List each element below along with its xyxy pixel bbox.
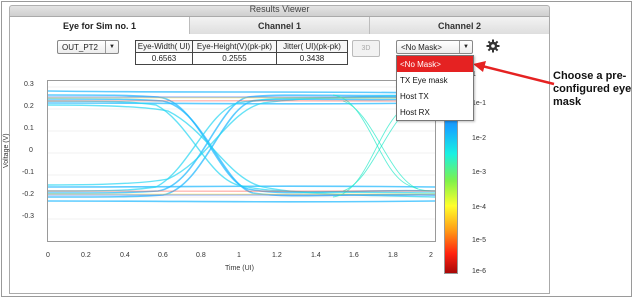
eye-diagram-plot	[47, 80, 436, 242]
chevron-down-icon: ▼	[105, 41, 118, 53]
y-tick: 0	[29, 147, 33, 154]
x-tick: 1.2	[272, 252, 282, 259]
mask-option-host-tx[interactable]: Host TX	[397, 88, 473, 104]
callout-arrow-icon	[473, 61, 555, 86]
table-cell: 0.2555	[192, 52, 277, 65]
y-tick: -0.1	[22, 169, 35, 176]
table-cell: 0.3438	[276, 52, 348, 65]
measurement-table: Eye-Width( UI) Eye-Height(V)(pk-pk) Jitt…	[135, 40, 348, 65]
mask-dropdown-menu: <No Mask> TX Eye mask Host TX Host RX	[396, 55, 474, 121]
y-tick: -0.3	[22, 213, 35, 220]
x-tick: 0.2	[81, 252, 91, 259]
mask-select-value: <No Mask>	[401, 42, 442, 52]
title-bar: Results Viewer	[9, 4, 550, 16]
eye-diagram	[48, 81, 435, 241]
mask-option-host-rx[interactable]: Host RX	[397, 104, 473, 120]
colorbar-tick: 1e-4	[472, 204, 487, 211]
table-header: Eye-Height(V)(pk-pk)	[192, 40, 277, 53]
probe-select[interactable]: OUT_PT2 ▼	[57, 40, 119, 54]
tab-channel-2[interactable]: Channel 2	[370, 17, 549, 34]
callout-text: Choose a pre-configured eye mask	[553, 70, 632, 108]
colorbar-tick: 1e-5	[472, 237, 487, 244]
tab-eye-for-sim[interactable]: Eye for Sim no. 1	[10, 17, 190, 34]
colorbar-tick: 1e-3	[472, 169, 487, 176]
y-axis-label: Voltage (V)	[3, 133, 10, 168]
y-tick: 0.3	[24, 81, 34, 88]
gear-icon[interactable]	[486, 39, 500, 53]
x-tick: 0.6	[158, 252, 168, 259]
table-header: Jitter( UI)(pk-pk)	[276, 40, 348, 53]
x-tick: 0.8	[196, 252, 206, 259]
colorbar-tick: 1e-1	[472, 100, 487, 107]
x-tick: 1.6	[349, 252, 359, 259]
window-title: Results Viewer	[249, 4, 310, 14]
x-tick: 1.4	[311, 252, 321, 259]
y-tick: 0.2	[24, 103, 34, 110]
x-tick: 0	[46, 252, 50, 259]
chevron-down-icon: ▼	[459, 41, 472, 53]
tab-bar: Eye for Sim no. 1 Channel 1 Channel 2	[9, 16, 550, 35]
x-tick: 0.4	[120, 252, 130, 259]
table-cell: 0.6563	[135, 52, 193, 65]
y-tick: -0.2	[22, 191, 35, 198]
x-tick: 1	[237, 252, 241, 259]
probe-select-value: OUT_PT2	[62, 42, 99, 52]
tab-channel-1[interactable]: Channel 1	[190, 17, 370, 34]
mask-select[interactable]: <No Mask> ▼	[396, 40, 473, 54]
x-tick: 2	[429, 252, 433, 259]
y-tick: 0.1	[24, 125, 34, 132]
3d-view-button[interactable]: 3D	[352, 40, 380, 57]
x-axis-label: Time (UI)	[225, 265, 254, 272]
mask-option-no-mask[interactable]: <No Mask>	[397, 56, 473, 72]
mask-option-tx-eye-mask[interactable]: TX Eye mask	[397, 72, 473, 88]
x-tick: 1.8	[388, 252, 398, 259]
colorbar-tick: 1e-2	[472, 135, 487, 142]
colorbar-tick: 1e-6	[472, 268, 487, 275]
table-header: Eye-Width( UI)	[135, 40, 193, 53]
